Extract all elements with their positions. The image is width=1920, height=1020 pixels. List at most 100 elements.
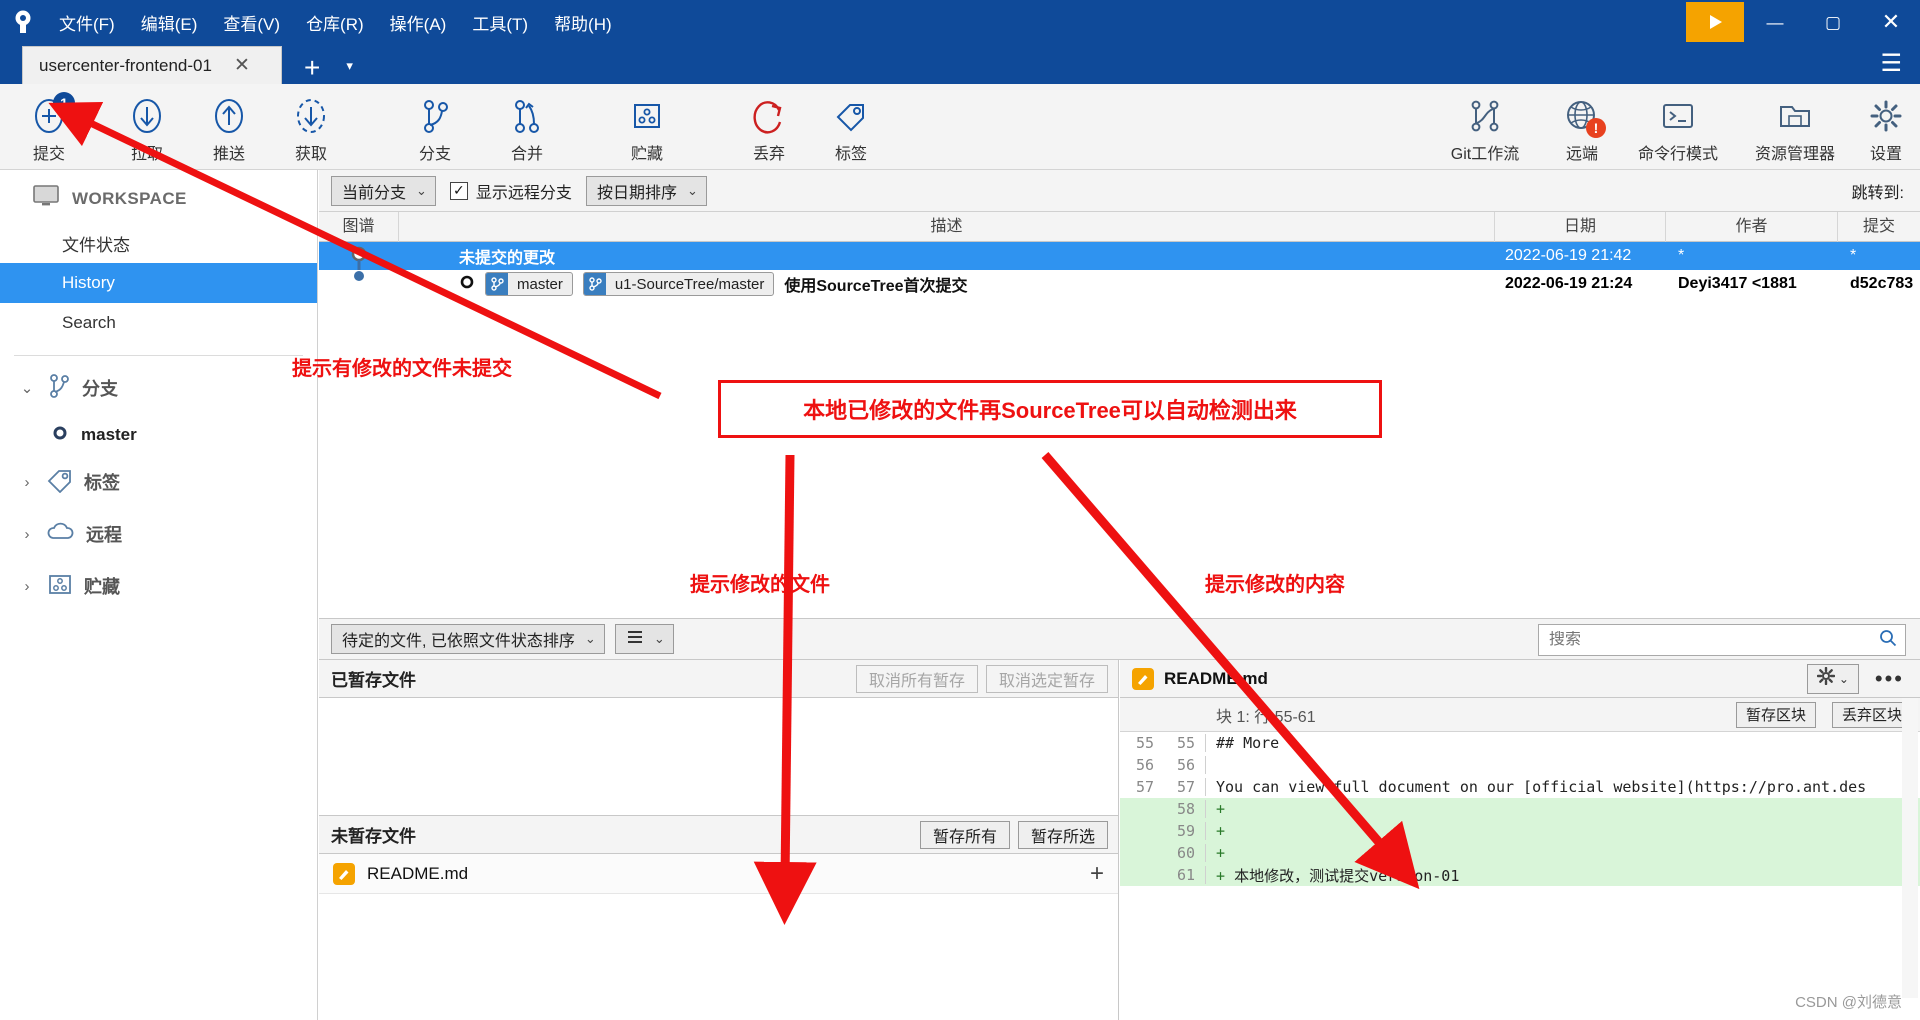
stage-all-button[interactable]: 暂存所有 <box>919 820 1010 849</box>
title-bar: 文件(F) 编辑(E) 查看(V) 仓库(R) 操作(A) 工具(T) 帮助(H… <box>0 0 1920 44</box>
toolbar-terminal-button[interactable]: 命令行模式 <box>1622 88 1734 166</box>
column-header-commit[interactable]: 提交 <box>1838 212 1920 242</box>
toolbar-commit-button[interactable]: 1 提交 <box>6 88 92 166</box>
toolbar-fetch-button[interactable]: 获取 <box>268 88 354 166</box>
menu-item-file[interactable]: 文件(F) <box>46 6 128 39</box>
branch-filter-value: 当前分支 <box>342 184 407 202</box>
column-header-description[interactable]: 描述 <box>399 211 1495 242</box>
sidebar-group-branches[interactable]: ⌄ 分支 <box>0 362 317 414</box>
diff-old-line-number: 56 <box>1135 756 1154 774</box>
file-view-mode-dropdown[interactable]: ⌄ <box>614 624 674 654</box>
staged-files-list[interactable] <box>319 698 1118 816</box>
branch-icon <box>486 273 508 295</box>
sort-order-value: 按日期排序 <box>596 184 677 202</box>
run-play-button[interactable] <box>1686 2 1744 42</box>
stage-file-plus-icon[interactable]: + <box>1090 861 1104 886</box>
file-sort-dropdown[interactable]: 待定的文件, 已依照文件状态排序 ⌄ <box>331 624 605 654</box>
sort-order-dropdown[interactable]: 按日期排序 ⌄ <box>585 175 707 206</box>
toolbar-pull-label: 拉取 <box>130 146 163 163</box>
table-row[interactable]: 未提交的更改 2022-06-19 21:42 * * <box>319 242 1920 270</box>
diff-line: 59 + <box>1120 820 1920 842</box>
sidebar-group-stashes[interactable]: › 贮藏 <box>0 560 317 612</box>
menu-item-repository[interactable]: 仓库(R) <box>293 6 377 39</box>
diff-new-line-number: 58 <box>1160 800 1206 818</box>
toolbar-merge-button[interactable]: 合并 <box>484 88 570 166</box>
terminal-icon <box>1659 94 1697 138</box>
diff-pane: README.md ⌄ ••• 块 1: 行 55-61 暂存区块 丢弃区块 5… <box>1120 660 1920 1020</box>
chevron-down-icon: ⌄ <box>653 631 665 646</box>
sidebar-branch-master[interactable]: master <box>0 414 317 456</box>
toolbar-explorer-button[interactable]: 资源管理器 <box>1738 88 1852 166</box>
toolbar-push-button[interactable]: 推送 <box>186 88 272 166</box>
sidebar-group-remotes[interactable]: › 远程 <box>0 508 317 560</box>
tab-usercenter-frontend-01[interactable]: usercenter-frontend-01 ✕ <box>22 46 282 84</box>
toolbar-remote-button[interactable]: ! 远端 <box>1540 88 1624 166</box>
sidebar-group-label: 分支 <box>82 379 118 399</box>
sidebar-item-history[interactable]: History <box>0 263 317 303</box>
menu-item-view[interactable]: 查看(V) <box>210 6 293 39</box>
toolbar-settings-button[interactable]: 设置 <box>1852 88 1920 166</box>
unstage-selected-button[interactable]: 取消选定暂存 <box>985 664 1108 693</box>
chevron-down-icon[interactable]: ⌄ <box>18 379 36 397</box>
chevron-right-icon[interactable]: › <box>18 526 36 543</box>
diff-settings-button[interactable]: ⌄ <box>1806 663 1859 694</box>
diff-vertical-scrollbar[interactable] <box>1902 698 1918 998</box>
table-row[interactable]: master u1-SourceTree/master 使用SourceTree… <box>319 270 1920 298</box>
maximize-button[interactable]: ▢ <box>1804 0 1862 44</box>
branch-dot-icon <box>52 425 68 446</box>
chevron-right-icon[interactable]: › <box>18 474 36 491</box>
stage-hunk-button[interactable]: 暂存区块 <box>1735 701 1816 728</box>
column-header-author[interactable]: 作者 <box>1666 211 1838 242</box>
column-header-date[interactable]: 日期 <box>1495 211 1666 242</box>
sidebar-divider <box>14 355 303 356</box>
new-tab-icon[interactable]: + <box>304 54 320 82</box>
show-remote-branches-checkbox[interactable]: ✓ 显示远程分支 <box>449 179 572 203</box>
ref-label-remote-master[interactable]: u1-SourceTree/master <box>582 272 775 296</box>
sidebar-group-tags[interactable]: › 标签 <box>0 456 317 508</box>
jump-to-label: 跳转到: <box>1851 184 1904 202</box>
toolbar-gitflow-label: Git工作流 <box>1450 146 1520 163</box>
sidebar-item-label: 文件状态 <box>62 235 130 255</box>
list-item[interactable]: README.md + <box>319 854 1118 894</box>
diff-add-marker: + <box>1216 844 1226 862</box>
search-input[interactable] <box>1549 631 1879 649</box>
hamburger-menu-icon[interactable]: ☰ <box>1880 49 1902 78</box>
diff-content[interactable]: 55 55 ## More 56 56 57 57 You can view f… <box>1120 732 1920 886</box>
push-up-arrow-icon <box>211 94 247 138</box>
stash-box-icon <box>628 94 666 138</box>
chevron-right-icon[interactable]: › <box>18 578 36 595</box>
toolbar-discard-button[interactable]: 丢弃 <box>726 88 812 166</box>
discard-hunk-button[interactable]: 丢弃区块 <box>1831 701 1912 728</box>
sidebar-group-label: 贮藏 <box>84 577 120 597</box>
toolbar-gitflow-button[interactable]: Git工作流 <box>1432 88 1538 166</box>
toolbar-pull-button[interactable]: 拉取 <box>104 88 190 166</box>
sidebar-item-search[interactable]: Search <box>0 303 317 343</box>
search-box[interactable] <box>1538 624 1906 656</box>
commit-author: * <box>1678 247 1685 264</box>
tab-close-icon[interactable]: ✕ <box>230 56 254 75</box>
diff-line: 55 55 ## More <box>1120 732 1920 754</box>
unstage-all-button[interactable]: 取消所有暂存 <box>855 664 978 693</box>
menu-item-actions[interactable]: 操作(A) <box>377 6 460 39</box>
toolbar-tag-button[interactable]: 标签 <box>808 88 894 166</box>
stage-selected-button[interactable]: 暂存所选 <box>1017 820 1108 849</box>
minimize-button[interactable]: — <box>1746 0 1804 44</box>
column-header-graph[interactable]: 图谱 <box>319 211 399 242</box>
ref-label-master[interactable]: master <box>485 272 573 296</box>
close-button[interactable]: ✕ <box>1862 0 1920 44</box>
toolbar-stash-button[interactable]: 贮藏 <box>604 88 690 166</box>
menu-item-help[interactable]: 帮助(H) <box>541 6 625 39</box>
sidebar-item-file-status[interactable]: 文件状态 <box>0 223 317 263</box>
folder-explorer-icon <box>1776 94 1814 138</box>
search-icon[interactable] <box>1879 629 1897 652</box>
diff-more-options-icon[interactable]: ••• <box>1869 666 1910 692</box>
tab-list-chevron-down-icon[interactable]: ▾ <box>346 58 353 74</box>
diff-add-marker: + <box>1216 800 1226 818</box>
menu-item-tools[interactable]: 工具(T) <box>459 6 541 39</box>
branch-filter-dropdown[interactable]: 当前分支 ⌄ <box>331 175 436 206</box>
toolbar-explorer-label: 资源管理器 <box>1754 146 1835 163</box>
toolbar-branch-button[interactable]: 分支 <box>392 88 478 166</box>
modified-file-icon <box>333 862 355 885</box>
diff-new-line-number: 57 <box>1160 778 1206 796</box>
menu-item-edit[interactable]: 编辑(E) <box>128 6 211 39</box>
